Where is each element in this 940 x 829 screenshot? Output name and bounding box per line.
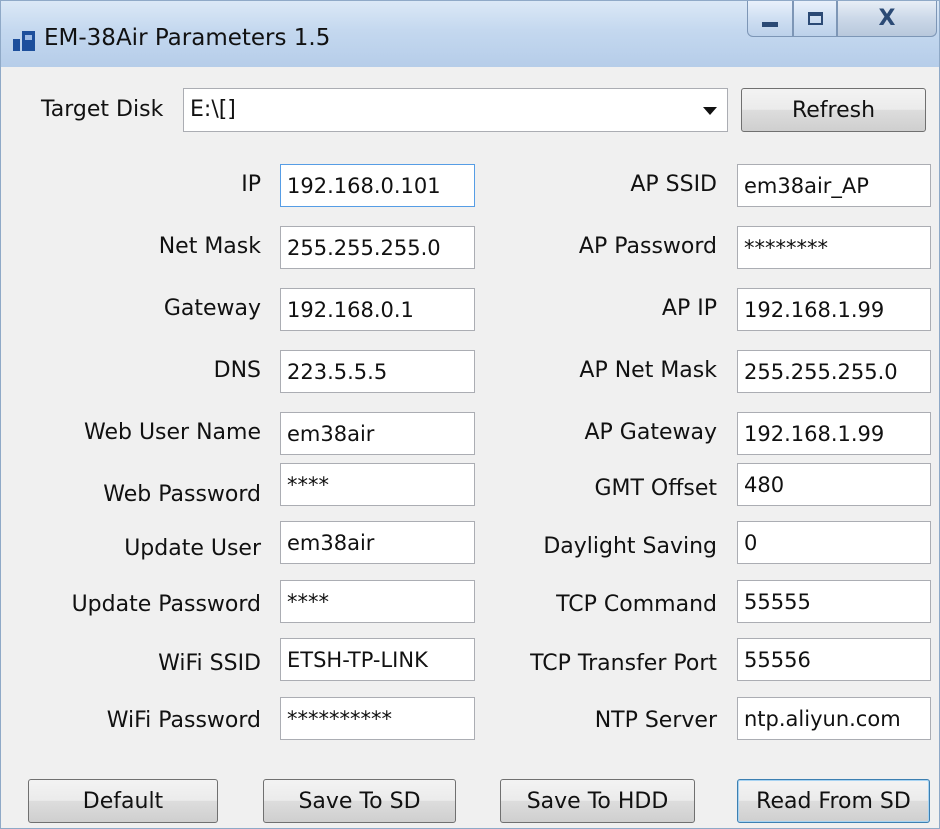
window-controls: X [747, 1, 937, 39]
refresh-button[interactable]: Refresh [741, 88, 926, 132]
close-icon: X [878, 5, 896, 31]
tcp-transfer-port-input[interactable] [737, 638, 931, 681]
update-password-input[interactable] [280, 580, 475, 623]
web-user-name-label: Web User Name [84, 420, 261, 445]
title-bar[interactable]: EM-38Air Parameters 1.5 X [1, 1, 939, 67]
gateway-label: Gateway [163, 296, 261, 321]
ap-ip-input[interactable] [737, 288, 931, 331]
ap-password-input[interactable] [737, 226, 931, 269]
gateway-input[interactable] [280, 288, 475, 331]
default-button[interactable]: Default [28, 779, 218, 823]
web-password-input[interactable] [280, 463, 475, 506]
update-user-input[interactable] [280, 521, 475, 564]
net-mask-input[interactable] [280, 226, 475, 269]
ap-password-label: AP Password [578, 234, 717, 259]
daylight-saving-label: Daylight Saving [543, 534, 717, 559]
ap-net-mask-label: AP Net Mask [579, 358, 717, 383]
wifi-ssid-label: WiFi SSID [158, 651, 261, 676]
close-button[interactable]: X [837, 1, 937, 37]
tcp-transfer-port-label: TCP Transfer Port [530, 651, 717, 676]
maximize-button[interactable] [793, 1, 837, 37]
ap-ssid-input[interactable] [737, 164, 931, 207]
ap-ip-label: AP IP [661, 296, 717, 321]
dns-label: DNS [213, 358, 261, 383]
target-disk-select[interactable]: E:\[] [183, 88, 728, 132]
update-user-label: Update User [124, 536, 261, 561]
wifi-ssid-input[interactable] [280, 638, 475, 681]
gmt-offset-label: GMT Offset [594, 476, 717, 501]
save-to-hdd-button[interactable]: Save To HDD [500, 779, 695, 823]
ap-gateway-input[interactable] [737, 412, 931, 455]
window-title: EM-38Air Parameters 1.5 [44, 25, 331, 51]
chevron-down-icon[interactable] [703, 107, 717, 115]
parameters-window: EM-38Air Parameters 1.5 X Target Disk E:… [0, 0, 940, 829]
web-user-name-input[interactable] [280, 412, 475, 455]
ap-gateway-label: AP Gateway [584, 420, 718, 445]
maximize-icon [807, 12, 823, 25]
gmt-offset-input[interactable] [737, 463, 931, 506]
minimize-button[interactable] [747, 1, 793, 37]
target-disk-label: Target Disk [41, 97, 164, 122]
update-password-label: Update Password [71, 592, 261, 617]
read-from-sd-button[interactable]: Read From SD [737, 779, 930, 823]
wifi-password-label: WiFi Password [106, 708, 261, 733]
ip-label: IP [241, 172, 261, 197]
ap-net-mask-input[interactable] [737, 350, 931, 393]
minimize-icon [762, 22, 778, 27]
wifi-password-input[interactable] [280, 697, 475, 740]
dns-input[interactable] [280, 350, 475, 393]
web-password-label: Web Password [103, 482, 261, 507]
save-to-sd-button[interactable]: Save To SD [263, 779, 456, 823]
ntp-server-input[interactable] [737, 697, 931, 740]
tcp-command-input[interactable] [737, 580, 931, 623]
ip-input[interactable] [280, 164, 475, 207]
target-disk-value: E:\[] [190, 97, 236, 122]
app-icon [13, 31, 35, 51]
daylight-saving-input[interactable] [737, 521, 931, 564]
net-mask-label: Net Mask [158, 234, 261, 259]
ap-ssid-label: AP SSID [630, 172, 717, 197]
ntp-server-label: NTP Server [594, 708, 717, 733]
tcp-command-label: TCP Command [556, 592, 717, 617]
